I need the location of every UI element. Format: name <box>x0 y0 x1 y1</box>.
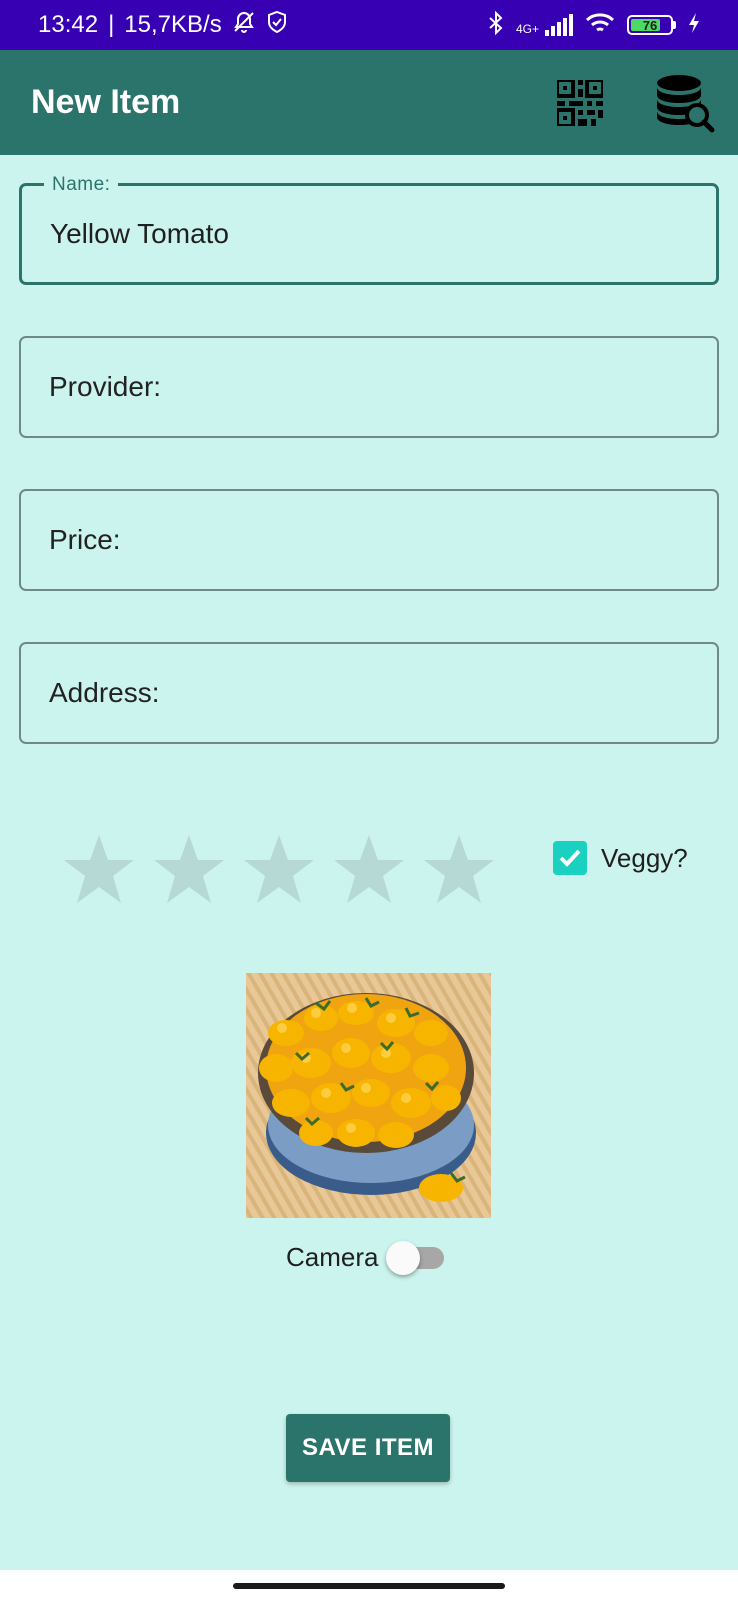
save-item-button[interactable]: SAVE ITEM <box>286 1414 450 1482</box>
shield-icon <box>266 10 288 41</box>
name-input[interactable] <box>50 186 696 282</box>
rating-star-icon[interactable] <box>332 833 406 905</box>
wifi-icon <box>585 11 615 40</box>
qr-code-button[interactable] <box>545 68 615 138</box>
charging-icon <box>688 12 700 39</box>
rating-star-icon[interactable] <box>242 833 316 905</box>
battery-body: 76 <box>627 15 673 35</box>
veggy-label: Veggy? <box>601 842 688 873</box>
battery-icon: 76 <box>627 15 676 35</box>
camera-switch-thumb <box>386 1241 421 1275</box>
database-search-button[interactable] <box>650 68 720 138</box>
rating-bar[interactable] <box>62 833 496 905</box>
net-speed: 15,7KB/s <box>124 11 222 38</box>
database-search-icon <box>657 75 715 133</box>
veggy-checkbox-row[interactable]: Veggy? <box>553 841 688 875</box>
status-bar: 13:42 | 15,7KB/s 4G+ 76 <box>0 0 738 50</box>
name-field[interactable]: Name: <box>19 174 719 285</box>
camera-label: Camera <box>286 1241 379 1272</box>
rating-star-icon[interactable] <box>422 833 496 905</box>
bell-off-icon <box>232 10 256 41</box>
signal-icon: 4G+ <box>516 14 573 36</box>
form-content: Name: Veggy? <box>0 155 738 1570</box>
price-field[interactable] <box>19 489 719 591</box>
clock: 13:42 <box>38 11 99 38</box>
tomato-bowl-image <box>246 973 491 1218</box>
price-input[interactable] <box>49 491 697 589</box>
rating-star-icon[interactable] <box>62 833 136 905</box>
page-title: New Item <box>31 83 181 121</box>
status-separator: | <box>108 11 115 38</box>
app-bar: New Item <box>0 50 738 155</box>
camera-row: Camera <box>286 1237 446 1277</box>
address-input[interactable] <box>49 644 697 742</box>
gesture-handle[interactable] <box>233 1583 505 1589</box>
veggy-checkbox[interactable] <box>553 841 587 875</box>
provider-input[interactable] <box>49 338 697 436</box>
camera-switch[interactable] <box>386 1237 446 1277</box>
battery-level: 76 <box>642 17 658 33</box>
check-icon <box>559 849 581 867</box>
bluetooth-icon <box>488 10 504 40</box>
status-right: 4G+ 76 <box>488 10 700 40</box>
address-field[interactable] <box>19 642 719 744</box>
rating-star-icon[interactable] <box>152 833 226 905</box>
battery-tip <box>673 21 676 29</box>
provider-field[interactable] <box>19 336 719 438</box>
item-photo[interactable] <box>246 973 491 1218</box>
status-left: 13:42 | 15,7KB/s <box>38 10 288 41</box>
network-type: 4G+ <box>515 22 539 36</box>
navigation-bar <box>0 1570 738 1600</box>
qr-code-icon <box>557 80 603 126</box>
